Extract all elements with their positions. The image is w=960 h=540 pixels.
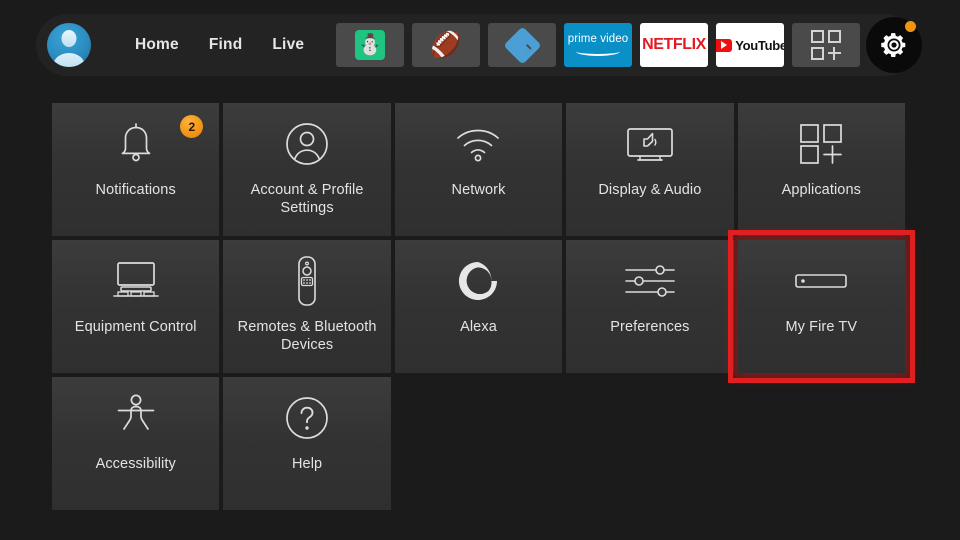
tile-empty-slot bbox=[395, 377, 562, 510]
tile-equipment-control[interactable]: Equipment Control bbox=[52, 240, 219, 373]
tile-help[interactable]: Help bbox=[223, 377, 390, 510]
app-shortcut-kodi[interactable] bbox=[488, 23, 556, 67]
nav-item-find[interactable]: Find bbox=[209, 36, 243, 54]
app-shortcuts: ⛄ 🏈 prime video NETFLIX bbox=[328, 17, 916, 73]
tile-accessibility[interactable]: Accessibility bbox=[52, 377, 219, 510]
tile-label: Equipment Control bbox=[67, 318, 205, 336]
tile-label: Remotes & Bluetooth Devices bbox=[223, 318, 390, 354]
tile-notifications[interactable]: 2 Notifications bbox=[52, 103, 219, 236]
settings-tile-grid: 2 Notifications Account & Profile Settin… bbox=[52, 103, 905, 510]
accessibility-icon bbox=[52, 381, 219, 455]
plus-glyph bbox=[828, 47, 841, 60]
gear-icon bbox=[879, 30, 909, 60]
app-shortcut-prime-video[interactable]: prime video bbox=[564, 23, 632, 67]
nav-links: Home Find Live bbox=[105, 36, 304, 54]
tile-display-audio[interactable]: Display & Audio bbox=[566, 103, 733, 236]
tile-applications[interactable]: Applications bbox=[738, 103, 905, 236]
tile-network[interactable]: Network bbox=[395, 103, 562, 236]
grid-square-1 bbox=[811, 30, 824, 43]
remote-icon bbox=[223, 244, 390, 318]
kodi-icon bbox=[503, 26, 541, 64]
tile-label: Help bbox=[284, 455, 330, 473]
alexa-ring-icon bbox=[395, 244, 562, 318]
kodi-icon-cut bbox=[518, 41, 531, 54]
app-shortcut-app-library[interactable] bbox=[792, 23, 860, 67]
tile-remotes-bluetooth[interactable]: Remotes & Bluetooth Devices bbox=[223, 240, 390, 373]
tile-label: Notifications bbox=[88, 181, 184, 199]
top-navigation-bar: Home Find Live ⛄ 🏈 prime video bbox=[36, 14, 916, 76]
tile-label: Applications bbox=[774, 181, 869, 199]
netflix-icon: NETFLIX bbox=[642, 36, 706, 54]
tile-label: Accessibility bbox=[88, 455, 184, 473]
tile-label: Account & Profile Settings bbox=[223, 181, 390, 217]
app-shortcut-netflix[interactable]: NETFLIX bbox=[640, 23, 708, 67]
tile-alexa[interactable]: Alexa bbox=[395, 240, 562, 373]
tile-empty-slot bbox=[566, 377, 733, 510]
tile-label: My Fire TV bbox=[777, 318, 865, 336]
tv-devices-icon bbox=[52, 244, 219, 318]
app-shortcut-sports[interactable]: 🏈 bbox=[412, 23, 480, 67]
prime-video-label: prime video bbox=[568, 34, 629, 46]
fire-tv-settings-screen: Home Find Live ⛄ 🏈 prime video bbox=[0, 0, 960, 540]
grid-plus-icon bbox=[738, 107, 905, 181]
app-shortcut-youtube[interactable]: YouTube bbox=[716, 23, 784, 67]
tile-my-fire-tv[interactable]: My Fire TV bbox=[738, 240, 905, 373]
tile-preferences[interactable]: Preferences bbox=[566, 240, 733, 373]
wifi-icon bbox=[395, 107, 562, 181]
mx-player-icon: ⛄ bbox=[355, 30, 385, 60]
grid-square-3 bbox=[811, 47, 824, 60]
prime-video-icon: prime video bbox=[568, 34, 629, 56]
grid-square-2 bbox=[828, 30, 841, 43]
avatar-head bbox=[62, 30, 77, 47]
tv-speaker-icon bbox=[566, 107, 733, 181]
prime-video-smile bbox=[576, 47, 620, 56]
youtube-label: YouTube bbox=[735, 38, 784, 53]
youtube-play-icon bbox=[716, 39, 732, 52]
sliders-icon bbox=[566, 244, 733, 318]
tile-empty-slot bbox=[738, 377, 905, 510]
tile-label: Network bbox=[444, 181, 514, 199]
youtube-icon: YouTube bbox=[716, 38, 784, 53]
sports-icon: 🏈 bbox=[430, 33, 461, 58]
tile-account-profile-settings[interactable]: Account & Profile Settings bbox=[223, 103, 390, 236]
profile-avatar[interactable] bbox=[47, 23, 91, 67]
avatar-body bbox=[53, 53, 85, 67]
app-shortcut-mx-player[interactable]: ⛄ bbox=[336, 23, 404, 67]
tile-label: Alexa bbox=[452, 318, 505, 336]
settings-notification-dot bbox=[905, 21, 916, 32]
grid-plus-icon bbox=[811, 30, 841, 60]
tile-label: Display & Audio bbox=[590, 181, 709, 199]
user-circle-icon bbox=[223, 107, 390, 181]
nav-item-home[interactable]: Home bbox=[135, 36, 179, 54]
question-circle-icon bbox=[223, 381, 390, 455]
fire-tv-stick-icon bbox=[738, 244, 905, 318]
settings-gear-button[interactable] bbox=[866, 17, 922, 73]
tile-label: Preferences bbox=[602, 318, 697, 336]
nav-item-live[interactable]: Live bbox=[272, 36, 304, 54]
